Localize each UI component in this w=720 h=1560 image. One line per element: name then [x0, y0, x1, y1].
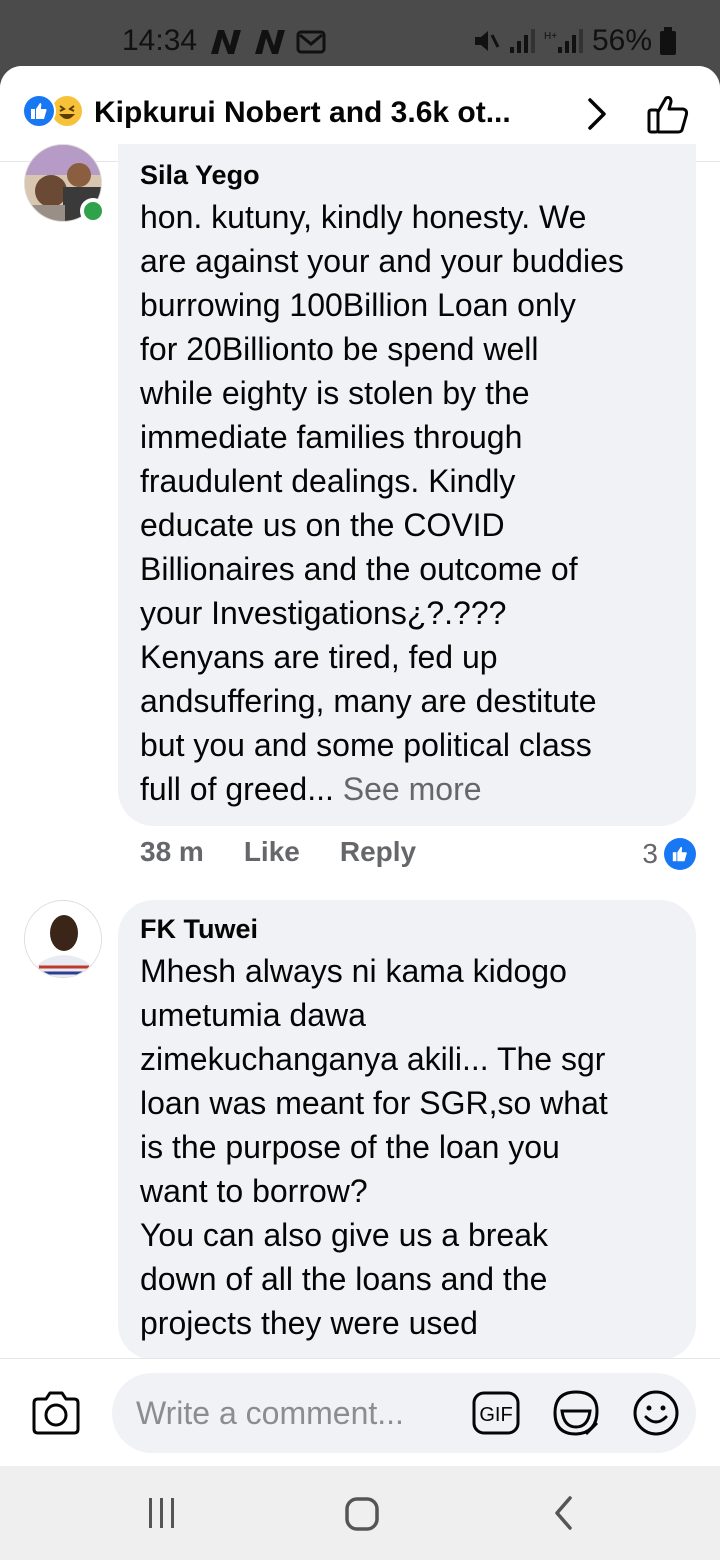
comment-bubble[interactable]: Sila Yego hon. kutuny, kindly honesty. W… [118, 144, 696, 826]
svg-text:H+: H+ [544, 31, 557, 42]
system-navigation-bar [0, 1466, 720, 1560]
comment-actions: 38 m Like Reply [140, 836, 416, 868]
notification-icons [208, 28, 326, 56]
app-notification-icon [255, 30, 285, 54]
comment-text: hon. kutuny, kindly honesty. We are agai… [140, 195, 674, 811]
comment-composer: Write a comment... GIF [0, 1358, 720, 1466]
comment-author[interactable]: FK Tuwei [140, 914, 674, 945]
like-reaction-icon [664, 838, 696, 870]
recent-apps-icon[interactable] [146, 1496, 178, 1530]
signal-icon: H+ [544, 29, 583, 53]
comment-text: Mhesh always ni kama kidogo umetumia daw… [140, 953, 608, 1341]
camera-icon[interactable] [30, 1389, 82, 1437]
reply-button[interactable]: Reply [340, 836, 416, 868]
comment-time[interactable]: 38 m [140, 836, 204, 868]
like-button[interactable]: Like [244, 836, 300, 868]
comment-body: hon. kutuny, kindly honesty. We are agai… [140, 199, 624, 807]
see-more-link[interactable]: See more [343, 771, 482, 807]
chevron-right-icon[interactable] [582, 94, 612, 134]
comment-author[interactable]: Sila Yego [140, 160, 674, 191]
mute-icon [474, 31, 500, 51]
reaction-summary [22, 94, 88, 130]
sticker-icon[interactable] [552, 1389, 600, 1437]
comment-input-placeholder: Write a comment... [136, 1395, 404, 1431]
gif-icon[interactable]: GIF [472, 1391, 520, 1435]
reactions-title: Kipkurui Nobert and 3.6k ot... [94, 96, 511, 129]
comment-input[interactable]: Write a comment... GIF [112, 1373, 696, 1453]
home-icon[interactable] [344, 1496, 380, 1532]
thumbs-up-outline-icon[interactable] [644, 90, 692, 138]
gif-label: GIF [479, 1404, 512, 1426]
signal-icon [509, 29, 535, 53]
comment-bubble[interactable]: FK Tuwei Mhesh always ni kama kidogo ume… [118, 900, 696, 1360]
app-notification-icon [211, 30, 241, 54]
comments-sheet: Kipkurui Nobert and 3.6k ot... Sila Yego… [0, 66, 720, 1466]
battery-icon [660, 27, 676, 55]
message-icon [296, 30, 326, 54]
like-reaction-icon [22, 94, 56, 128]
battery-percent: 56% [591, 24, 652, 57]
system-status: H+ 56% [472, 24, 676, 58]
reaction-count: 3 [642, 838, 658, 869]
online-status-indicator [80, 198, 106, 224]
status-time: 14:34 [122, 24, 198, 57]
avatar[interactable] [24, 900, 102, 978]
emoji-icon[interactable] [632, 1389, 680, 1437]
comment-reaction-count[interactable]: 3 [642, 838, 696, 870]
back-icon[interactable] [552, 1494, 576, 1532]
